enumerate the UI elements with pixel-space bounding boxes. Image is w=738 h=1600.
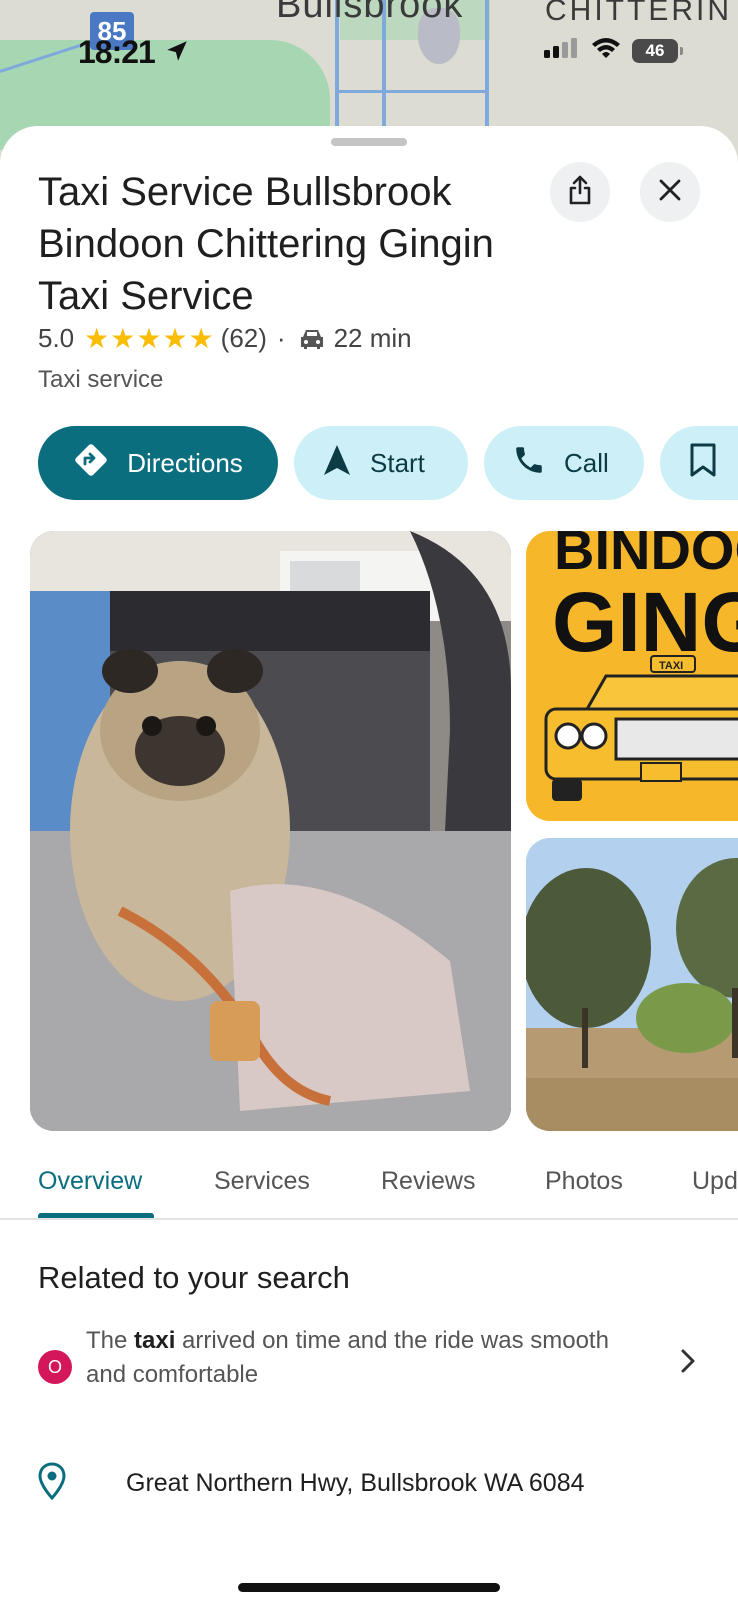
navigation-arrow-icon [322,443,352,484]
photo-main[interactable] [30,531,511,1131]
chevron-right-icon [680,1348,696,1379]
star-rating-icons: ★★★★★ [84,323,215,354]
save-button[interactable] [660,426,738,500]
map-town-label: Bullsbrook [276,0,464,26]
snippet-keyword: taxi [134,1327,176,1354]
location-arrow-icon [164,38,190,69]
directions-icon [73,442,109,485]
cellular-signal-icon [544,36,580,65]
map-road [485,0,489,130]
rating-row[interactable]: 5.0 ★★★★★ (62) · 22 min [38,322,412,355]
action-chips: Directions Start Call [38,426,738,500]
drive-time: 22 min [333,323,412,353]
tab-overview[interactable]: Overview [38,1156,154,1218]
related-section-title: Related to your search [38,1260,350,1295]
close-button[interactable] [640,162,700,222]
directions-label: Directions [127,447,243,478]
home-indicator[interactable] [238,1583,500,1592]
snippet-prefix: The [86,1327,135,1354]
status-time: 18:21 [78,34,156,70]
location-pin-icon [38,1462,66,1505]
review-snippet[interactable]: O The taxi arrived on time and the ride … [38,1324,718,1404]
status-icons: 46 [544,36,683,65]
taxi-sign-text: TAXI [659,660,683,672]
sheet-drag-handle[interactable] [331,138,407,146]
close-icon [658,178,682,207]
place-title: Taxi Service Bullsbrook Bindoon Chitteri… [38,170,494,318]
tab-services[interactable]: Services [214,1156,310,1218]
share-button[interactable] [550,162,610,222]
tab-updates[interactable]: Upd [692,1156,738,1218]
car-icon [298,327,326,351]
reviewer-avatar: O [38,1350,72,1384]
call-label: Call [564,447,609,478]
start-label: Start [370,447,425,478]
place-category: Taxi service [38,366,164,393]
taxi-graphic-text-1: BINDOO [554,531,738,581]
photo-taxi-graphic[interactable]: BINDOO GINGI TAXI [526,531,738,821]
address-text: Great Northern Hwy, Bullsbrook WA 6084 [126,1469,585,1497]
call-button[interactable]: Call [484,426,644,500]
map-road [335,90,489,93]
tab-reviews[interactable]: Reviews [381,1156,475,1218]
tab-bar: Overview Services Reviews Photos Upd [0,1156,738,1220]
battery-icon: 46 [632,38,683,63]
start-button[interactable]: Start [294,426,468,500]
map-town-label-2: CHITTERIN [545,0,732,27]
phone-icon [512,443,546,484]
share-icon [566,174,594,211]
taxi-graphic-text-2: GINGI [552,575,738,669]
review-snippet-text: The taxi arrived on time and the ride wa… [86,1324,646,1392]
photo-bushland[interactable] [526,838,738,1131]
review-count[interactable]: (62) [221,323,267,354]
rating-value: 5.0 [38,323,75,353]
separator-dot: · [276,323,286,353]
tab-photos[interactable]: Photos [545,1156,623,1218]
directions-button[interactable]: Directions [38,426,278,500]
bookmark-icon [688,442,718,485]
address-row[interactable]: Great Northern Hwy, Bullsbrook WA 6084 [38,1462,718,1505]
wifi-icon [590,36,622,65]
place-sheet: Taxi Service Bullsbrook Bindoon Chitteri… [0,126,738,1600]
